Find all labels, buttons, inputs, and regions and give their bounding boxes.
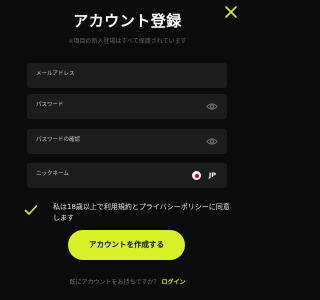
eye-icon[interactable]	[206, 137, 218, 146]
password-confirm-field[interactable]: パスワードの確認	[27, 129, 227, 154]
nickname-field[interactable]: ニックネーム JP	[27, 163, 227, 188]
password-field[interactable]: パスワード	[27, 94, 227, 119]
agreement-text: 私は18歳以上で利用規約とプライバシーポリシーに同意します	[53, 203, 230, 222]
email-field[interactable]: メールアドレス	[27, 63, 227, 88]
create-account-button[interactable]: アカウントを作成する	[68, 230, 185, 260]
country-code[interactable]: JP	[209, 171, 216, 180]
login-link[interactable]: ログイン	[162, 279, 186, 286]
page-subtitle: ※項目の新入登場はすべて保護されています	[68, 38, 187, 45]
japan-flag-icon[interactable]	[192, 171, 201, 180]
login-prompt-text: 既にアカウントをお持ちですか？	[69, 279, 160, 286]
email-field-label: メールアドレス	[36, 71, 75, 77]
password-field-label: パスワード	[36, 102, 64, 108]
page-title: アカウント登録	[73, 12, 182, 30]
login-prompt: 既にアカウントをお持ちですか？ ログイン	[0, 277, 255, 286]
checkmark-icon[interactable]	[24, 204, 38, 216]
nickname-field-label: ニックネーム	[36, 171, 69, 177]
password-confirm-field-label: パスワードの確認	[36, 137, 81, 143]
eye-icon[interactable]	[206, 102, 218, 111]
